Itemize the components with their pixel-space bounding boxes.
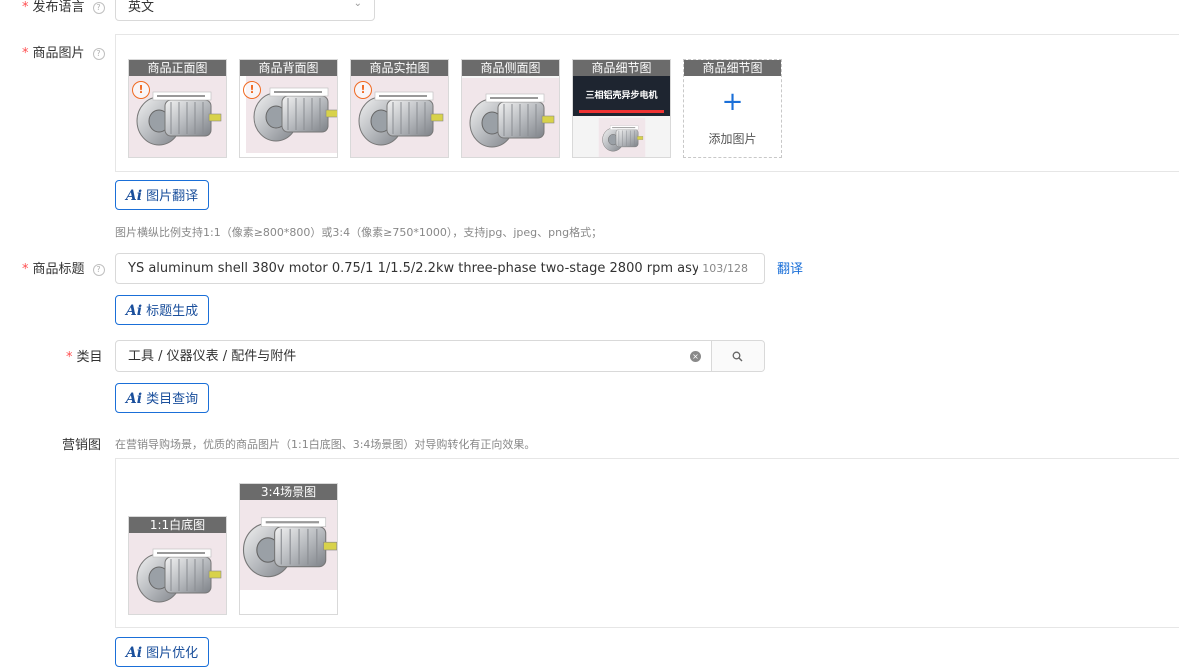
image-optimize-button[interactable]: Ai 图片优化 — [115, 637, 209, 667]
category-input[interactable]: 工具 / 仪器仪表 / 配件与附件 × — [115, 340, 765, 372]
language-select[interactable]: 英文 ⌄ — [115, 0, 375, 21]
ai-icon: Ai — [125, 188, 143, 204]
image-hint: 图片横纵比例支持1:1（像素≥800*800）或3:4（像素≥750*1000）… — [115, 226, 603, 239]
language-label: * 发布语言? — [22, 0, 105, 15]
category-query-button[interactable]: Ai 类目查询 — [115, 383, 209, 413]
category-search-button[interactable] — [712, 341, 764, 371]
add-image-tile[interactable]: 商品细节图 + 添加图片 — [683, 59, 782, 158]
help-icon[interactable]: ? — [92, 48, 105, 60]
product-images-label: * 商品图片? — [22, 42, 105, 61]
marketing-hint: 在营销导购场景，优质的商品图片（1:1白底图、3:4场景图）对导购转化有正向效果… — [115, 438, 536, 451]
marketing-label: 营销图 — [62, 438, 102, 453]
product-title-label: * 商品标题? — [22, 258, 105, 277]
clear-icon[interactable]: × — [690, 351, 701, 362]
chevron-down-icon: ⌄ — [353, 0, 362, 9]
image-tile-detail[interactable]: 商品细节图 三相铝壳异步电机 — [572, 59, 671, 158]
ai-icon: Ai — [125, 303, 143, 319]
title-generate-button[interactable]: Ai 标题生成 — [115, 295, 209, 325]
translate-link[interactable]: 翻译 — [777, 258, 803, 277]
ai-icon: Ai — [125, 645, 143, 661]
ai-icon: Ai — [125, 391, 143, 407]
char-count: 103/128 — [702, 262, 748, 275]
image-translate-button[interactable]: Ai 图片翻译 — [115, 180, 209, 210]
marketing-tile-white[interactable]: 1:1白底图 — [128, 516, 227, 615]
motor-image — [462, 76, 559, 157]
image-tile-back[interactable]: 商品背面图 ! — [239, 59, 338, 158]
image-tile-front[interactable]: 商品正面图 ! — [128, 59, 227, 158]
image-tile-side[interactable]: 商品侧面图 — [461, 59, 560, 158]
help-icon[interactable]: ? — [92, 2, 105, 14]
motor-image — [240, 500, 337, 590]
warning-icon[interactable]: ! — [132, 81, 150, 99]
product-title-input[interactable]: YS aluminum shell 380v motor 0.75/1 1/1.… — [115, 253, 765, 284]
detail-banner: 三相铝壳异步电机 — [573, 76, 670, 116]
help-icon[interactable]: ? — [92, 264, 105, 276]
warning-icon[interactable]: ! — [354, 81, 372, 99]
motor-image — [598, 118, 646, 157]
image-tile-real[interactable]: 商品实拍图 ! — [350, 59, 449, 158]
warning-icon[interactable]: ! — [243, 81, 261, 99]
motor-image — [129, 533, 226, 614]
category-label: * 类目 — [66, 350, 103, 365]
search-icon — [732, 351, 743, 362]
plus-icon: + — [721, 87, 744, 117]
marketing-tile-scene[interactable]: 3:4场景图 — [239, 483, 338, 615]
